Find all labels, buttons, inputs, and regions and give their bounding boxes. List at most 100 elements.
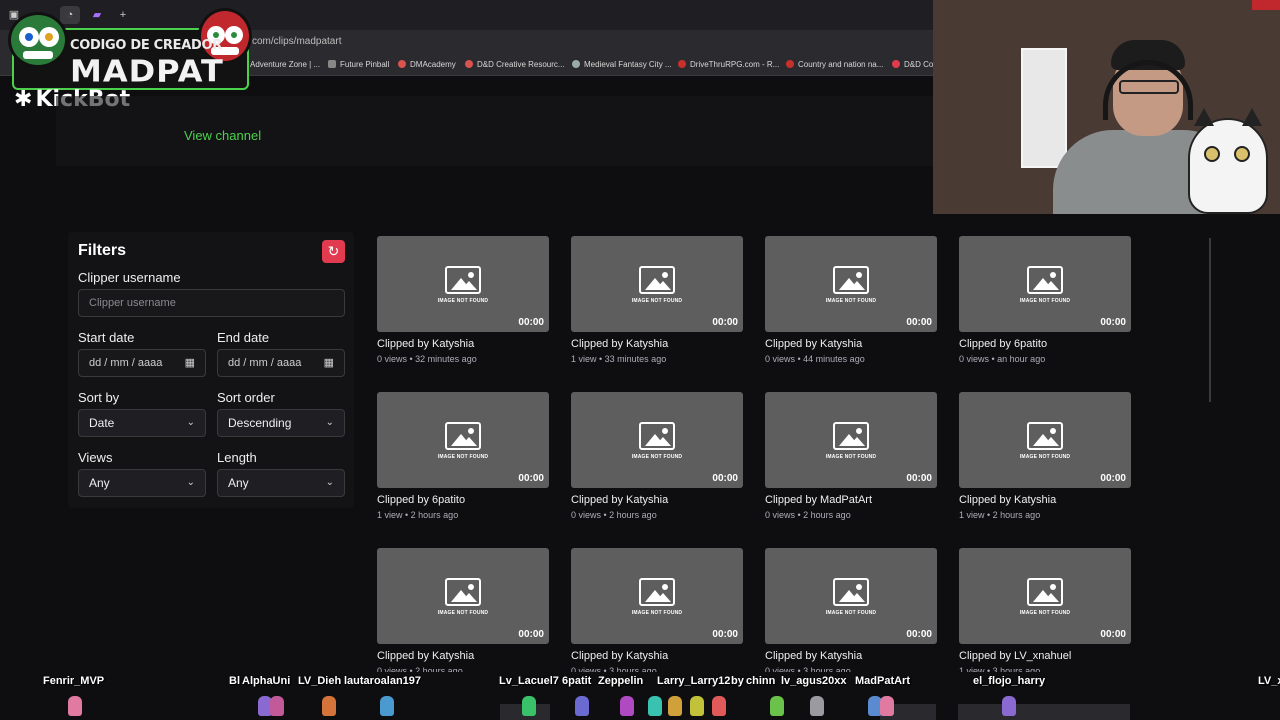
chatter-name: el_flojo_harry <box>973 675 1046 687</box>
image-not-found-text: IMAGE NOT FOUND <box>631 298 683 304</box>
clip-clipper[interactable]: Clipped by Katyshia <box>377 650 474 662</box>
sort-order-select[interactable]: Descending ⌄ <box>217 409 345 437</box>
bookmark-item[interactable]: D&D Creative Resourc... <box>465 60 565 69</box>
clip-card[interactable]: IMAGE NOT FOUND 00:00 Clipped by 6patito 0 … <box>959 236 1131 371</box>
clip-card[interactable]: IMAGE NOT FOUND 00:00 Clipped by Katyshia 0… <box>571 548 743 672</box>
image-placeholder-icon <box>1027 422 1063 450</box>
clip-duration: 00:00 <box>1100 473 1126 484</box>
clip-thumbnail[interactable]: IMAGE NOT FOUND 00:00 <box>377 392 549 488</box>
clip-duration: 00:00 <box>1100 629 1126 640</box>
glasses-icon <box>1119 80 1179 94</box>
length-select[interactable]: Any ⌄ <box>217 469 345 497</box>
clip-meta: 0 views • 44 minutes ago <box>765 354 865 364</box>
clip-clipper[interactable]: Clipped by 6patito <box>959 338 1047 350</box>
twitch-tab-icon[interactable]: ▰ <box>87 6 107 24</box>
reset-filters-button[interactable]: ↻ <box>322 240 345 263</box>
chatter-avatar-icon <box>322 696 336 716</box>
clip-duration: 00:00 <box>906 317 932 328</box>
end-date-label: End date <box>217 330 270 345</box>
chevron-down-icon: ⌄ <box>186 477 195 488</box>
chatter-avatar-icon <box>668 696 682 716</box>
clip-thumbnail[interactable]: IMAGE NOT FOUND 00:00 <box>959 392 1131 488</box>
clip-thumbnail[interactable]: IMAGE NOT FOUND 00:00 <box>959 236 1131 332</box>
sort-by-label: Sort by <box>78 390 120 405</box>
clip-card[interactable]: IMAGE NOT FOUND 00:00 Clipped by Katyshia 0… <box>765 236 937 371</box>
clipper-username-input[interactable]: Clipper username <box>78 289 345 317</box>
calendar-icon[interactable]: ▦ <box>185 350 195 376</box>
bookmark-item[interactable]: Medieval Fantasy City ... <box>572 60 672 69</box>
clip-thumbnail[interactable]: IMAGE NOT FOUND 00:00 <box>377 236 549 332</box>
clip-clipper[interactable]: Clipped by Katyshia <box>765 650 862 662</box>
clip-card[interactable]: IMAGE NOT FOUND 00:00 Clipped by Katyshia 1… <box>571 236 743 371</box>
bookmark-item[interactable]: DMAcademy <box>398 60 456 69</box>
views-select[interactable]: Any ⌄ <box>78 469 206 497</box>
clip-thumbnail[interactable]: IMAGE NOT FOUND 00:00 <box>765 392 937 488</box>
clip-duration: 00:00 <box>518 317 544 328</box>
bookmark-item[interactable]: Future Pinball <box>328 60 389 69</box>
chevron-down-icon: ⌄ <box>186 417 195 428</box>
chatter-avatar-icon <box>575 696 589 716</box>
clip-clipper[interactable]: Clipped by MadPatArt <box>765 494 872 506</box>
clip-card[interactable]: IMAGE NOT FOUND 00:00 Clipped by Katyshia 1… <box>959 392 1131 527</box>
clip-duration: 00:00 <box>518 473 544 484</box>
clip-clipper[interactable]: Clipped by Katyshia <box>765 338 862 350</box>
calendar-icon[interactable]: ▦ <box>324 350 334 376</box>
clip-card[interactable]: IMAGE NOT FOUND 00:00 Clipped by Katyshia 0… <box>377 548 549 672</box>
clip-clipper[interactable]: Clipped by Katyshia <box>571 338 668 350</box>
sort-order-label: Sort order <box>217 390 275 405</box>
clip-thumbnail[interactable]: IMAGE NOT FOUND 00:00 <box>959 548 1131 644</box>
bookmark-item[interactable]: D&D Co <box>892 60 933 69</box>
clip-card[interactable]: IMAGE NOT FOUND 00:00 Clipped by Katyshia 0… <box>571 392 743 527</box>
image-placeholder-icon <box>639 422 675 450</box>
chatter-name: Larry_Larry12 <box>657 675 731 687</box>
image-not-found-text: IMAGE NOT FOUND <box>825 610 877 616</box>
bookmark-item[interactable]: DriveThruRPG.com - R... <box>678 60 779 69</box>
clip-thumbnail[interactable]: IMAGE NOT FOUND 00:00 <box>571 236 743 332</box>
chatters-bar: Fenrir_MVP Bl AlphaUni LV_Dieh lautaroalan19… <box>0 672 1280 720</box>
clip-thumbnail[interactable]: IMAGE NOT FOUND 00:00 <box>377 548 549 644</box>
image-placeholder-icon <box>1027 266 1063 294</box>
creator-code-label: CODIGO DE CREADOR <box>70 38 222 53</box>
clip-clipper[interactable]: Clipped by Katyshia <box>571 494 668 506</box>
chatter-name: lv_agus20xx <box>781 675 847 687</box>
clip-clipper[interactable]: Clipped by Katyshia <box>571 650 668 662</box>
kickbot-icon: ✱ <box>14 87 33 112</box>
corner-badge <box>1252 0 1280 10</box>
image-not-found-text: IMAGE NOT FOUND <box>1019 610 1071 616</box>
start-date-input[interactable]: dd / mm / aaaa ▦ <box>78 349 206 377</box>
clip-card[interactable]: IMAGE NOT FOUND 00:00 Clipped by LV_xnahue… <box>959 548 1131 672</box>
clip-thumbnail[interactable]: IMAGE NOT FOUND 00:00 <box>765 236 937 332</box>
chatter-avatar-icon <box>270 696 284 716</box>
url-text[interactable]: com/clips/madpatart <box>252 36 341 47</box>
length-label: Length <box>217 450 257 465</box>
chatter-name: AlphaUni <box>242 675 291 687</box>
chatter-name: MadPatArt <box>855 675 911 687</box>
clip-clipper[interactable]: Clipped by LV_xnahuel <box>959 650 1071 662</box>
clip-meta: 1 view • 2 hours ago <box>959 510 1041 520</box>
clip-thumbnail[interactable]: IMAGE NOT FOUND 00:00 <box>571 392 743 488</box>
clip-card[interactable]: IMAGE NOT FOUND 00:00 Clipped by MadPatArt… <box>765 392 937 527</box>
end-date-input[interactable]: dd / mm / aaaa ▦ <box>217 349 345 377</box>
view-channel-link[interactable]: View channel <box>184 128 261 143</box>
image-not-found-text: IMAGE NOT FOUND <box>825 298 877 304</box>
clip-clipper[interactable]: Clipped by Katyshia <box>377 338 474 350</box>
scrollbar[interactable] <box>1209 238 1211 402</box>
chatter-avatar-icon <box>690 696 704 716</box>
bookmark-item[interactable]: Country and nation na... <box>786 60 883 69</box>
clip-meta: 0 views • 2 hours ago <box>571 510 657 520</box>
clip-duration: 00:00 <box>712 473 738 484</box>
clip-card[interactable]: IMAGE NOT FOUND 00:00 Clipped by Katyshia 0… <box>765 548 937 672</box>
clip-meta: 1 view • 33 minutes ago <box>571 354 667 364</box>
clip-clipper[interactable]: Clipped by Katyshia <box>959 494 1056 506</box>
chatter-avatar-icon <box>648 696 662 716</box>
chatter-avatar-icon <box>1002 696 1016 716</box>
clip-clipper[interactable]: Clipped by 6patito <box>377 494 465 506</box>
bookmark-item[interactable]: Adventure Zone | ... <box>250 60 320 69</box>
clip-thumbnail[interactable]: IMAGE NOT FOUND 00:00 <box>765 548 937 644</box>
sort-by-select[interactable]: Date ⌄ <box>78 409 206 437</box>
clip-thumbnail[interactable]: IMAGE NOT FOUND 00:00 <box>571 548 743 644</box>
clip-card[interactable]: IMAGE NOT FOUND 00:00 Clipped by 6patito 1 … <box>377 392 549 527</box>
clip-card[interactable]: IMAGE NOT FOUND 00:00 Clipped by Katyshia 0… <box>377 236 549 371</box>
new-tab-icon[interactable]: + <box>113 6 133 24</box>
cat-mascot-icon <box>1188 108 1268 214</box>
